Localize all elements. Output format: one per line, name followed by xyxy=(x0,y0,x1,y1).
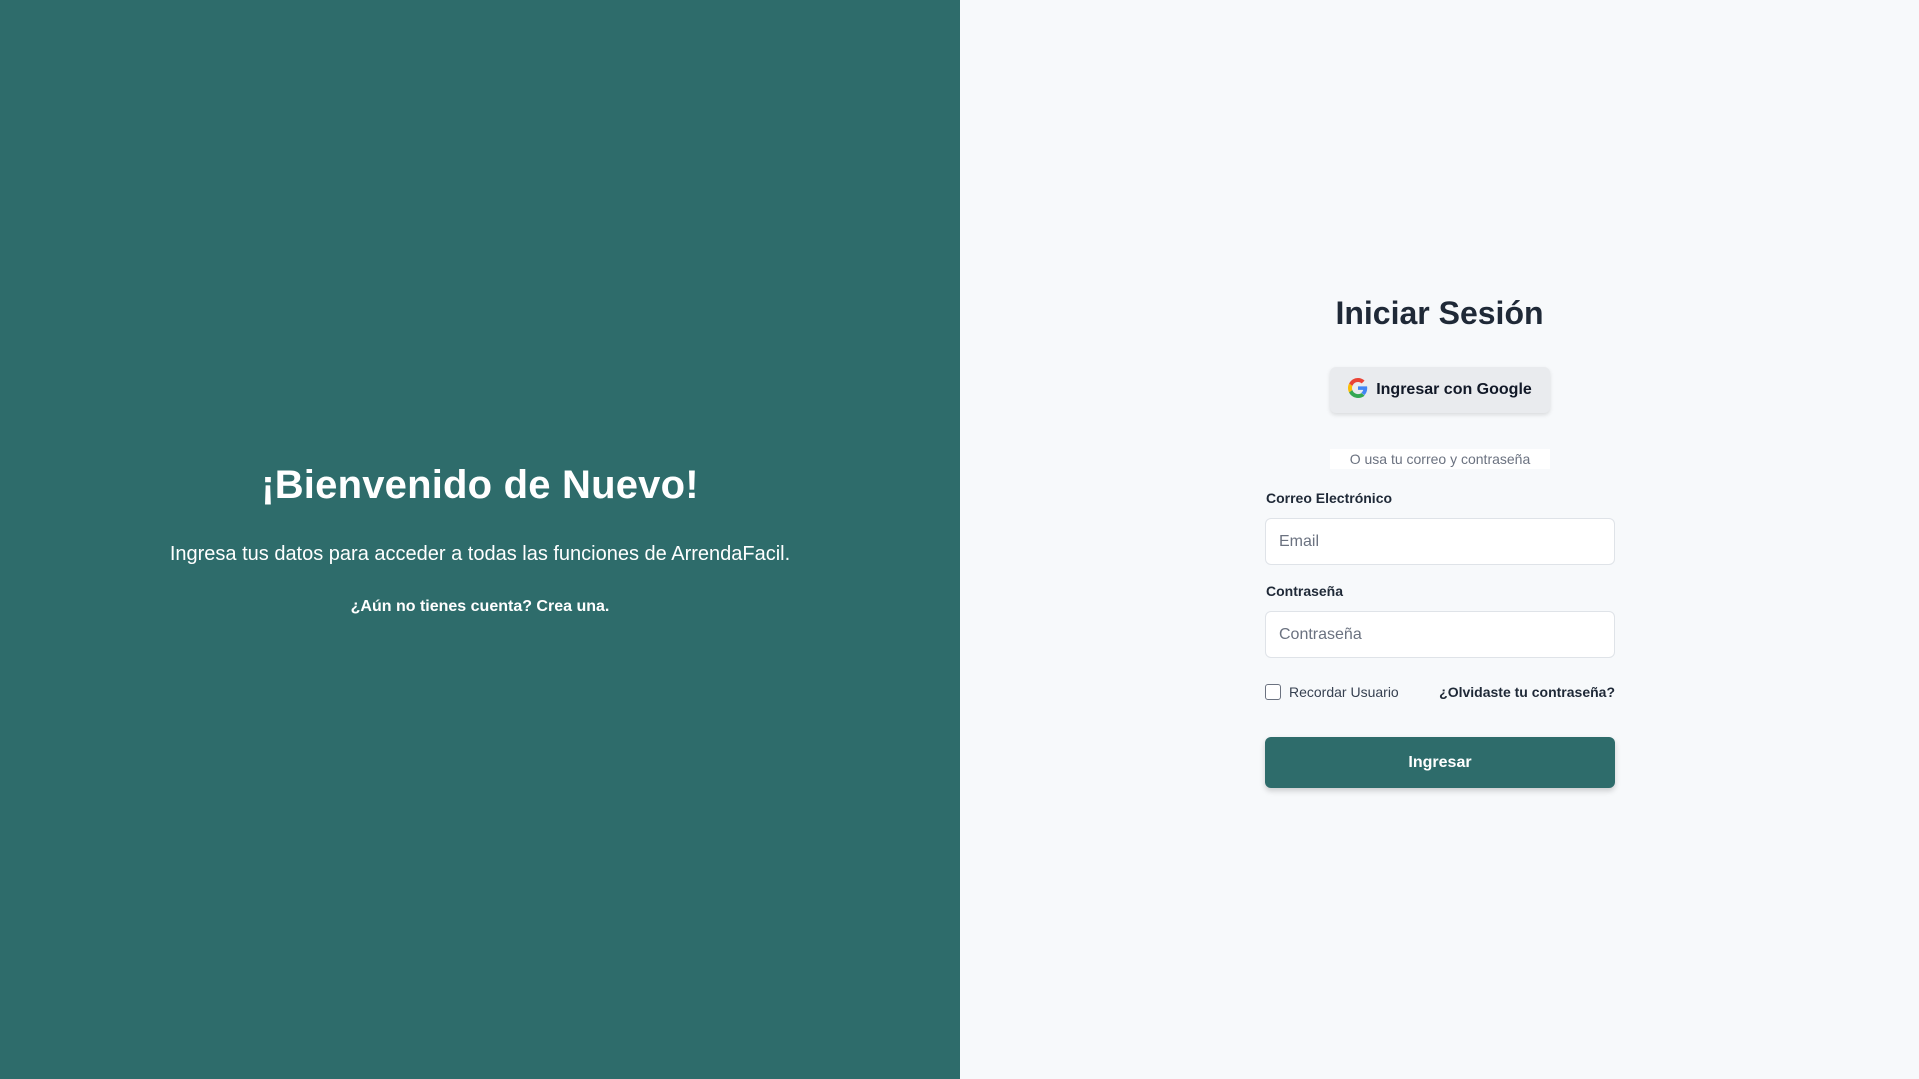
login-title: Iniciar Sesión xyxy=(1335,295,1544,331)
divider-text: O usa tu correo y contraseña xyxy=(1330,449,1550,469)
login-panel: Iniciar Sesión Ingresar con Google O usa… xyxy=(960,0,1919,1079)
email-label: Correo Electrónico xyxy=(1266,490,1393,506)
remember-user-option[interactable]: Recordar Usuario xyxy=(1265,684,1399,700)
welcome-subtitle: Ingresa tus datos para acceder a todas l… xyxy=(169,543,791,565)
google-login-button[interactable]: Ingresar con Google xyxy=(1330,367,1550,413)
email-field[interactable] xyxy=(1265,518,1615,565)
remember-user-label: Recordar Usuario xyxy=(1289,684,1399,700)
welcome-title: ¡Bienvenido de Nuevo! xyxy=(261,463,699,507)
welcome-panel: ¡Bienvenido de Nuevo! Ingresa tus datos … xyxy=(0,0,960,1079)
remember-user-checkbox[interactable] xyxy=(1265,684,1281,700)
password-label: Contraseña xyxy=(1266,583,1344,599)
forgot-password-link[interactable]: ¿Olvidaste tu contraseña? xyxy=(1439,684,1615,700)
create-account-link[interactable]: ¿Aún no tienes cuenta? Crea una. xyxy=(0,598,960,616)
google-icon xyxy=(1348,377,1368,403)
google-login-label: Ingresar con Google xyxy=(1376,381,1532,398)
login-submit-button[interactable]: Ingresar xyxy=(1265,737,1615,788)
password-field[interactable] xyxy=(1265,611,1615,658)
login-page: ¡Bienvenido de Nuevo! Ingresa tus datos … xyxy=(0,0,1919,1079)
